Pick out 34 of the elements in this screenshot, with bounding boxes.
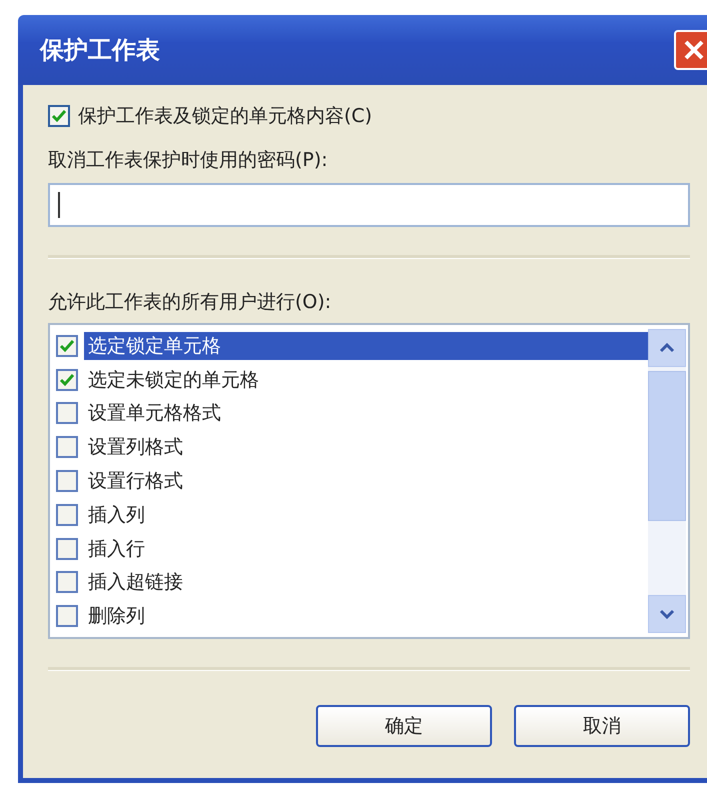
checkbox[interactable] [56,538,78,560]
dialog-button[interactable]: 确定 [316,705,492,747]
checkbox[interactable] [56,605,78,628]
checkbox[interactable] [56,334,78,357]
close-button[interactable] [674,30,707,70]
window-title: 保护工作表 [40,35,160,66]
checkbox[interactable] [48,105,70,127]
list-item[interactable]: 选定锁定单元格 [84,332,648,360]
close-icon [683,39,705,61]
chevron-down-icon [659,609,675,619]
dialog-button[interactable]: 取消 [514,705,690,747]
list-item[interactable]: 选定未锁定的单元格 [84,366,263,394]
scroll-up-button[interactable] [648,329,686,367]
checkbox[interactable] [56,402,78,424]
scroll-down-button[interactable] [648,595,686,633]
chevron-up-icon [659,343,675,353]
permissions-label: 允许此工作表的所有用户进行(O): [48,290,332,315]
checkbox[interactable] [56,368,78,391]
scrollbar[interactable] [648,329,686,633]
list-item[interactable]: 设置单元格格式 [84,399,225,428]
list-item[interactable]: 插入超链接 [84,568,187,596]
checkbox-label: 保护工作表及锁定的单元格内容(C) [78,104,372,129]
list-item[interactable]: 删除列 [84,602,149,630]
list-item[interactable]: 设置列格式 [84,433,187,462]
scroll-thumb[interactable] [648,371,686,521]
checkbox[interactable] [56,504,78,526]
password-label: 取消工作表保护时使用的密码(P): [48,148,329,173]
password-field[interactable] [48,183,690,227]
list-item[interactable]: 插入列 [84,500,149,529]
list-item[interactable]: 设置行格式 [84,467,187,496]
checkbox[interactable] [56,436,78,458]
checkbox[interactable] [56,571,78,594]
checkbox[interactable] [56,470,78,492]
list-item[interactable]: 插入行 [84,534,149,563]
